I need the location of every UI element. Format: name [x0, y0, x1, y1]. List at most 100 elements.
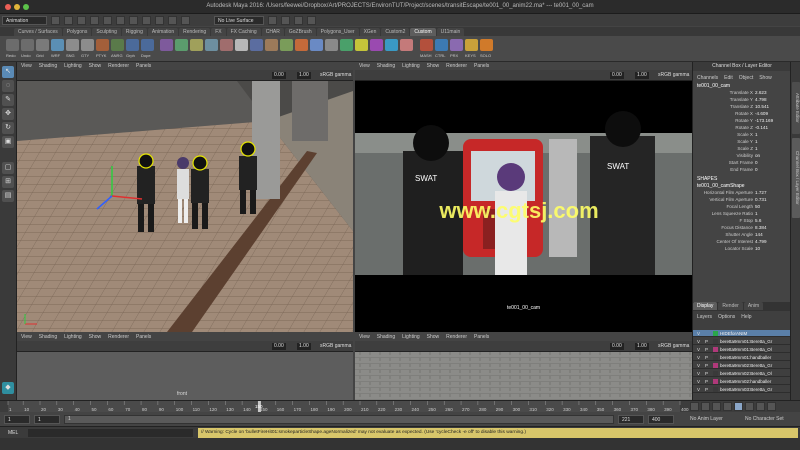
menu-shading[interactable]: Shading [39, 63, 57, 69]
menu-options[interactable]: Options [718, 314, 735, 320]
snap-point-icon[interactable] [168, 15, 177, 25]
mash-shelf-icon[interactable] [420, 39, 433, 51]
shelf-tab[interactable]: Rigging [121, 28, 147, 36]
custom-shelf-icon[interactable] [340, 39, 353, 51]
select-component-icon[interactable] [129, 15, 138, 25]
channel-row[interactable]: Locator Scale 10 [693, 246, 791, 253]
layer-playback-toggle[interactable]: P [705, 339, 708, 344]
menu-panels[interactable]: Panels [136, 63, 151, 69]
step-forward-icon[interactable] [756, 402, 765, 411]
layer-row[interactable]: V Pberetta9mm01:Beretta_Ol [693, 346, 791, 353]
channel-row[interactable]: Start Frame 0 [693, 160, 791, 167]
layer-visibility-toggle[interactable]: V [697, 363, 700, 368]
redo-shelf-icon[interactable] [6, 39, 19, 51]
layer-visibility-toggle[interactable]: V [697, 355, 700, 360]
custom-shelf-icon[interactable] [265, 39, 278, 51]
channel-value[interactable]: 0 [755, 160, 758, 165]
menu-shading[interactable]: Shading [377, 63, 395, 69]
shelf-tab[interactable]: FX Caching [226, 28, 261, 36]
shelf-tab[interactable]: FX [211, 28, 226, 36]
redo-icon[interactable] [90, 15, 99, 25]
layer-row[interactable]: V Pberetta9mm03:Beretta_Gr [693, 386, 791, 393]
layer-color-swatch[interactable] [713, 355, 718, 360]
playback-end-field[interactable]: 221 [618, 415, 644, 424]
layer-color-swatch[interactable] [713, 339, 718, 344]
undo-shelf-icon[interactable] [21, 39, 34, 51]
play-backward-icon[interactable] [723, 402, 732, 411]
channel-value[interactable]: 1 [755, 139, 758, 144]
menu-shading[interactable]: Shading [377, 334, 395, 340]
channel-value[interactable]: 50 [755, 204, 760, 209]
layer-playback-toggle[interactable]: P [705, 371, 708, 376]
layer-row[interactable]: V HIDEforANIM [693, 330, 791, 337]
layer-playback-toggle[interactable]: P [705, 379, 708, 384]
proxy-shelf-icon[interactable] [450, 39, 463, 51]
custom-shelf-icon[interactable] [355, 39, 368, 51]
wireframe-shelf-icon[interactable] [51, 39, 64, 51]
snap-curve-icon[interactable] [155, 15, 164, 25]
menu-show[interactable]: Show [427, 63, 440, 69]
layer-color-swatch[interactable] [713, 379, 718, 384]
layer-color-swatch[interactable] [713, 387, 718, 392]
go-to-end-icon[interactable] [767, 402, 776, 411]
menu-show[interactable]: Show [427, 334, 440, 340]
color-management-label[interactable]: sRGB gamma [320, 72, 351, 78]
tab-display[interactable]: Display [693, 302, 718, 310]
shelf-tab[interactable]: XGen [359, 28, 381, 36]
layer-color-swatch[interactable] [713, 331, 718, 336]
tab-channel-box[interactable]: Channel Box / Layer Editor [792, 138, 800, 218]
select-object-icon[interactable] [116, 15, 125, 25]
grid-shelf-icon[interactable] [36, 39, 49, 51]
color-management-label[interactable]: sRGB gamma [320, 343, 351, 349]
menu-panels[interactable]: Panels [136, 334, 151, 340]
exposure-field[interactable]: 0.00 [610, 72, 624, 79]
prev-key-icon[interactable] [712, 402, 721, 411]
viewport-camera[interactable]: View Shading Lighting Show Renderer Pane… [355, 62, 692, 332]
object-name[interactable]: te001_00_cam [697, 83, 730, 89]
exposure-field[interactable]: 0.00 [272, 343, 286, 350]
shelf-tab[interactable]: GoZBrush [284, 28, 316, 36]
menu-edit[interactable]: Edit [724, 75, 733, 81]
shelf-tab[interactable]: Polygons_User [316, 28, 359, 36]
move-tool-icon[interactable]: ✥ [2, 108, 14, 120]
channel-value[interactable]: 4.799 [755, 239, 767, 244]
custom-shelf-icon[interactable] [235, 39, 248, 51]
save-icon[interactable] [64, 15, 73, 25]
tab-render[interactable]: Render [718, 302, 743, 310]
channel-value[interactable]: 10.541 [755, 104, 769, 109]
channel-value[interactable]: 1 [755, 132, 758, 137]
channel-value[interactable]: 4.798 [755, 97, 767, 102]
channel-row[interactable]: F Stop 5.6 [693, 218, 791, 225]
shelf-tab[interactable]: Animation [147, 28, 179, 36]
layer-playback-toggle[interactable]: P [705, 355, 708, 360]
channel-row[interactable]: Center Of Interest 4.799 [693, 239, 791, 246]
channel-row[interactable]: Rotate Z -0.141 [693, 125, 791, 132]
exposure-field[interactable]: 0.00 [272, 72, 286, 79]
sng-shelf-icon[interactable] [66, 39, 79, 51]
layer-row[interactable]: V Pberetta9mm02:Beretta_Ol [693, 370, 791, 377]
folder-icon[interactable] [51, 15, 60, 25]
channel-row[interactable]: Scale Z1 [693, 146, 791, 153]
channel-value[interactable]: on [755, 153, 760, 158]
custom-shelf-icon[interactable] [310, 39, 323, 51]
custom-shelf-icon[interactable] [325, 39, 338, 51]
layer-visibility-toggle[interactable]: V [697, 379, 700, 384]
gamma-field[interactable]: 1.00 [635, 343, 649, 350]
live-surface-field[interactable]: No Live Surface [214, 15, 264, 25]
menu-renderer[interactable]: Renderer [446, 334, 467, 340]
color-management-label[interactable]: sRGB gamma [658, 343, 689, 349]
channel-value[interactable]: 8.384 [755, 225, 767, 230]
channel-row[interactable]: Scale X1 [693, 132, 791, 139]
character-set-dropdown[interactable]: No Character Set [745, 416, 784, 422]
gamma-field[interactable]: 1.00 [297, 343, 311, 350]
menu-object[interactable]: Object [739, 75, 753, 81]
tab-attribute-editor[interactable]: Attribute Editor [792, 82, 800, 134]
command-input[interactable] [28, 429, 193, 437]
step-back-icon[interactable] [701, 402, 710, 411]
custom-shelf-icon[interactable] [280, 39, 293, 51]
menu-renderer[interactable]: Renderer [446, 63, 467, 69]
ctrl-shelf-icon[interactable] [435, 39, 448, 51]
menu-show[interactable]: Show [89, 334, 102, 340]
channel-row[interactable]: Translate Y 4.798 [693, 97, 791, 104]
channel-value[interactable]: -173.169 [755, 118, 773, 123]
